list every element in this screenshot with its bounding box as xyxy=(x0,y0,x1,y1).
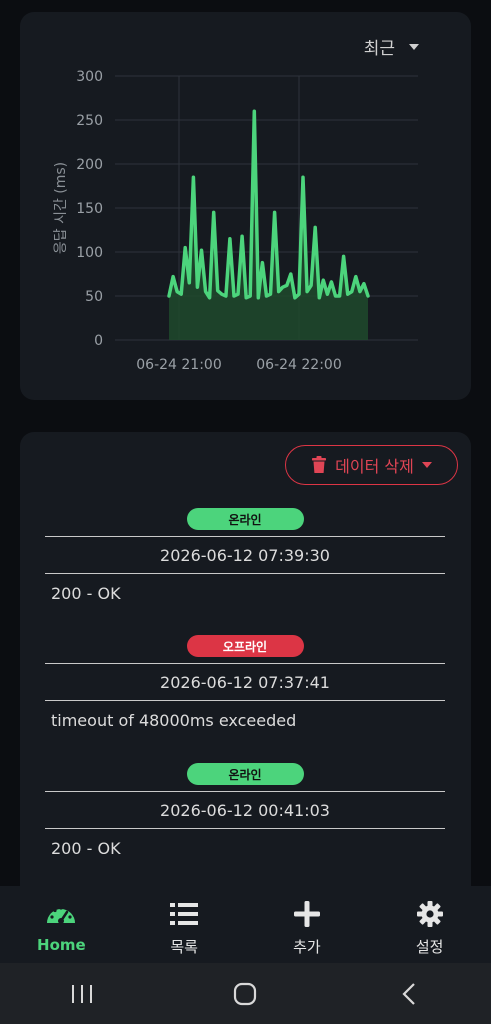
y-tick-label: 200 xyxy=(76,157,103,173)
series-line xyxy=(167,109,370,300)
event-message: 200 - OK xyxy=(51,584,121,603)
event-time: 2026-06-12 07:39:30 xyxy=(160,545,330,565)
y-tick-label: 50 xyxy=(85,289,103,305)
system-nav-bar xyxy=(0,963,491,1024)
caret-down-icon xyxy=(421,462,432,468)
events-card: 데이터 삭제 온라인 2026-06-12 07:39:30 200 - OK … xyxy=(20,432,471,892)
status-badge: 온라인 xyxy=(186,508,304,530)
response-time-chart: 300 250 200 150 100 50 0 06-24 21:00 06-24 22:00… xyxy=(53,69,418,373)
series-area xyxy=(169,111,368,340)
home-circle-icon xyxy=(234,982,257,1005)
delete-data-label: 데이터 삭제 xyxy=(335,457,414,476)
recent-apps-icon xyxy=(71,984,92,1003)
response-time-chart-card: 최근 300 250 200 150 100 50 0 06-24 21:00 06-24 22… xyxy=(20,12,471,400)
nav-item-settings[interactable]: 설정 xyxy=(368,886,491,963)
y-tick-label: 0 xyxy=(94,333,103,349)
status-badge: 온라인 xyxy=(186,763,304,785)
gear-icon xyxy=(414,900,446,928)
nav-label-add: 추가 xyxy=(293,938,321,956)
list-icon xyxy=(168,900,200,928)
y-tick-label: 250 xyxy=(76,113,103,129)
event-time: 2026-06-12 00:41:03 xyxy=(160,800,330,820)
dashboard-gauge-icon xyxy=(45,900,77,928)
event-message: timeout of 48000ms exceeded xyxy=(51,711,297,730)
delete-data-button[interactable]: 데이터 삭제 xyxy=(285,445,458,485)
status-badge: 오프라인 xyxy=(186,635,304,657)
y-tick-label: 100 xyxy=(76,245,103,261)
plus-icon xyxy=(291,900,323,928)
back-button[interactable] xyxy=(379,974,439,1014)
event-time: 2026-06-12 07:37:41 xyxy=(160,672,330,692)
back-chevron-icon xyxy=(402,982,415,1005)
event-item: 온라인 2026-06-12 00:41:03 200 - OK xyxy=(45,763,445,858)
y-tick-label: 150 xyxy=(76,201,103,217)
trash-icon xyxy=(312,456,327,473)
y-axis-label: 응답 시간 (ms) xyxy=(53,162,69,254)
nav-label-settings: 설정 xyxy=(415,938,444,956)
nav-item-home[interactable]: Home xyxy=(0,886,123,963)
bottom-nav: Home 목록 추가 설정 xyxy=(0,886,491,963)
nav-item-list[interactable]: 목록 xyxy=(123,886,246,963)
nav-label-list: 목록 xyxy=(170,938,198,956)
x-tick-label: 06-24 21:00 xyxy=(136,357,221,373)
nav-item-add[interactable]: 추가 xyxy=(246,886,369,963)
home-button[interactable] xyxy=(215,974,275,1014)
recent-apps-button[interactable] xyxy=(52,974,112,1014)
y-tick-label: 300 xyxy=(76,69,103,85)
nav-label-home: Home xyxy=(37,936,86,954)
event-item: 오프라인 2026-06-12 07:37:41 timeout of 4800… xyxy=(45,635,445,730)
event-message: 200 - OK xyxy=(51,839,121,858)
x-tick-label: 06-24 22:00 xyxy=(256,357,341,373)
event-item: 온라인 2026-06-12 07:39:30 200 - OK xyxy=(45,508,445,603)
